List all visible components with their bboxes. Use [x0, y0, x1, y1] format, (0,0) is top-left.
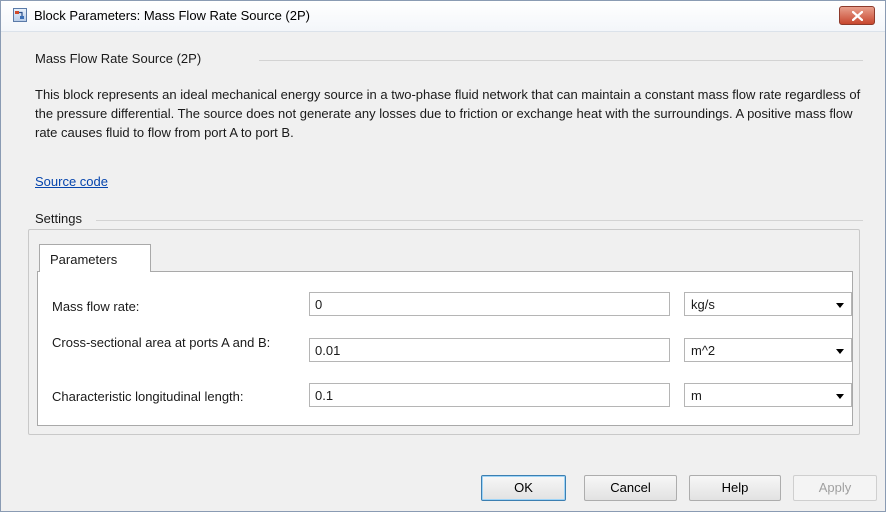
ok-button[interactable]: OK — [481, 475, 566, 501]
window-title: Block Parameters: Mass Flow Rate Source … — [34, 8, 310, 23]
cross-sectional-area-field[interactable]: 0.01 — [309, 338, 670, 362]
source-code-link[interactable]: Source code — [35, 174, 108, 189]
cross-sectional-area-unit-select[interactable]: m^2 — [684, 338, 852, 362]
help-button[interactable]: Help — [689, 475, 781, 501]
mass-flow-rate-label: Mass flow rate: — [52, 299, 140, 314]
tab-parameters[interactable]: Parameters — [39, 244, 151, 272]
apply-button[interactable]: Apply — [793, 475, 877, 501]
chevron-down-icon — [836, 349, 844, 354]
block-group-divider — [259, 60, 863, 61]
characteristic-length-unit-value: m — [691, 388, 702, 403]
chevron-down-icon — [836, 303, 844, 308]
close-icon — [852, 11, 863, 21]
dialog-window: Block Parameters: Mass Flow Rate Source … — [0, 0, 886, 512]
title-bar[interactable]: Block Parameters: Mass Flow Rate Source … — [1, 1, 885, 32]
characteristic-length-field[interactable]: 0.1 — [309, 383, 670, 407]
settings-group-label: Settings — [35, 211, 86, 226]
simulink-block-icon — [13, 8, 27, 22]
chevron-down-icon — [836, 394, 844, 399]
mass-flow-rate-unit-select[interactable]: kg/s — [684, 292, 852, 316]
block-description: This block represents an ideal mechanica… — [35, 87, 861, 140]
mass-flow-rate-unit-value: kg/s — [691, 297, 715, 312]
block-group-label: Mass Flow Rate Source (2P) — [35, 51, 206, 66]
characteristic-length-label: Characteristic longitudinal length: — [52, 389, 244, 404]
mass-flow-rate-field[interactable]: 0 — [309, 292, 670, 316]
cancel-button[interactable]: Cancel — [584, 475, 677, 501]
cross-sectional-area-label: Cross-sectional area at ports A and B: — [52, 335, 271, 350]
cross-sectional-area-unit-value: m^2 — [691, 343, 716, 358]
settings-group-divider — [96, 220, 863, 221]
characteristic-length-unit-select[interactable]: m — [684, 383, 852, 407]
close-button[interactable] — [839, 6, 875, 25]
